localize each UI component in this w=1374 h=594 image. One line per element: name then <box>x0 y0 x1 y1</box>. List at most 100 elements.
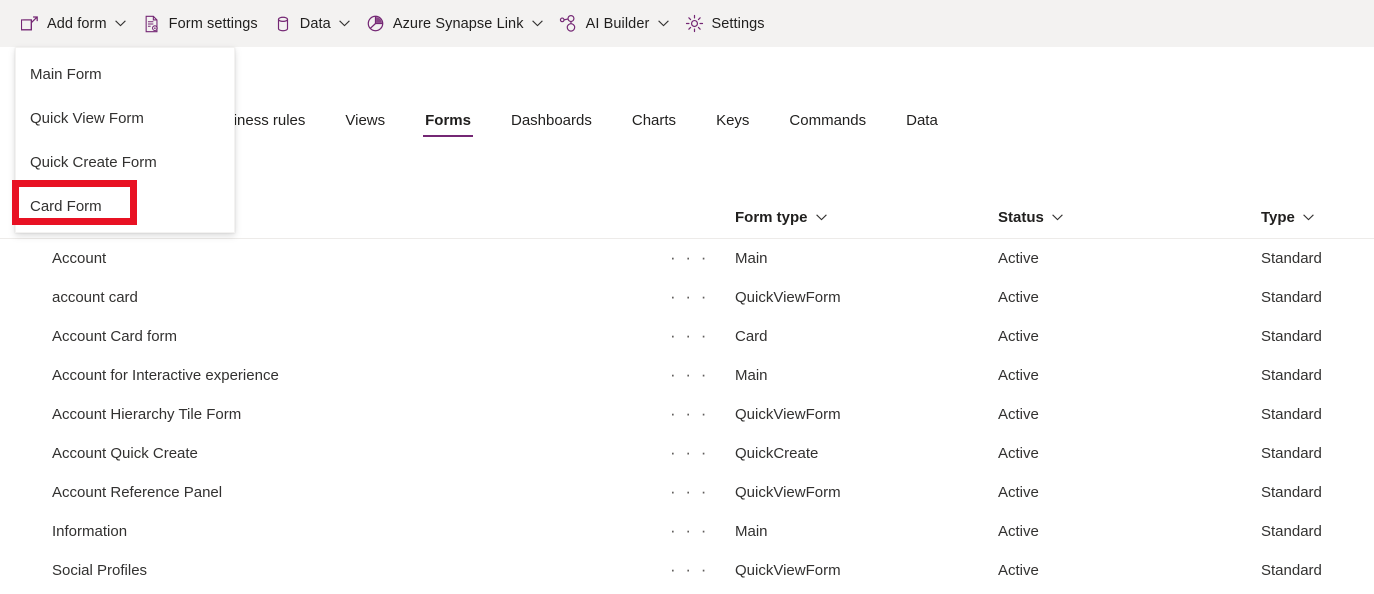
tab-dashboards[interactable]: Dashboards <box>509 110 594 137</box>
cell-form-name[interactable]: Social Profiles <box>0 562 660 579</box>
menu-item-quick-create-form[interactable]: Quick Create Form <box>16 140 234 184</box>
data-label: Data <box>299 15 331 32</box>
row-actions-cell: · · · <box>660 249 735 268</box>
more-options-icon[interactable]: · · · <box>670 560 709 579</box>
menu-item-label: Quick View Form <box>30 109 144 127</box>
column-header-status-label: Status <box>998 208 1044 226</box>
more-options-icon[interactable]: · · · <box>670 482 709 501</box>
cell-type: Standard <box>1261 250 1322 267</box>
menu-item-card-form[interactable]: Card Form <box>16 184 234 228</box>
row-actions-cell: · · · <box>660 483 735 502</box>
row-actions-cell: · · · <box>660 366 735 385</box>
table-row[interactable]: Account Card form · · · Card Active Standard <box>0 317 1374 356</box>
tab-charts[interactable]: Charts <box>630 110 678 137</box>
cell-form-type: QuickViewForm <box>735 562 841 579</box>
tab-label: Forms <box>425 112 471 129</box>
cell-form-name[interactable]: Account for Interactive experience <box>0 367 660 384</box>
chevron-down-icon <box>339 18 351 30</box>
cell-status: Active <box>998 445 1039 462</box>
ai-builder-button[interactable]: AI Builder <box>553 5 679 43</box>
cell-type: Standard <box>1261 367 1322 384</box>
table-row[interactable]: account card · · · QuickViewForm Active Stan… <box>0 278 1374 317</box>
cell-form-type: Main <box>735 367 768 384</box>
cell-form-name[interactable]: Account <box>0 250 660 267</box>
form-settings-label: Form settings <box>168 15 258 32</box>
cell-form-name[interactable]: Account Reference Panel <box>0 484 660 501</box>
column-header-form-type[interactable]: Form type <box>735 209 998 226</box>
cell-type: Standard <box>1261 289 1322 306</box>
tab-label: Dashboards <box>510 112 592 129</box>
forms-list-page: Add form Form settings Data Azure Synaps… <box>0 0 1374 594</box>
azure-synapse-link-label: Azure Synapse Link <box>392 15 524 32</box>
tab-views[interactable]: Views <box>343 110 387 137</box>
cell-type: Standard <box>1261 445 1322 462</box>
table-row[interactable]: Account · · · Main Active Standard <box>0 239 1374 278</box>
table-row[interactable]: Account Reference Panel · · · QuickViewFor… <box>0 473 1374 512</box>
tab-label: Data <box>906 112 938 129</box>
gear-icon <box>684 14 704 34</box>
table-row[interactable]: Account Hierarchy Tile Form · · · QuickVie… <box>0 395 1374 434</box>
chevron-down-icon <box>115 18 127 30</box>
cell-status: Active <box>998 328 1039 345</box>
chevron-down-icon <box>1303 213 1314 221</box>
cell-form-type: Main <box>735 250 768 267</box>
azure-synapse-link-icon <box>366 14 386 34</box>
row-actions-cell: · · · <box>660 288 735 307</box>
tab-forms[interactable]: Forms <box>423 110 473 137</box>
cell-form-name[interactable]: Account Quick Create <box>0 445 660 462</box>
tab-commands[interactable]: Commands <box>787 110 868 137</box>
chevron-down-icon <box>532 18 544 30</box>
cell-form-name[interactable]: Account Card form <box>0 328 660 345</box>
menu-item-label: Card Form <box>30 197 102 215</box>
menu-item-label: Quick Create Form <box>30 153 157 171</box>
tab-label: Commands <box>789 112 867 129</box>
column-header-type-label: Type <box>1261 208 1295 226</box>
form-settings-button[interactable]: Form settings <box>136 5 267 43</box>
table-row[interactable]: Account for Interactive experience · · · M… <box>0 356 1374 395</box>
cell-status: Active <box>998 523 1039 540</box>
add-form-icon <box>20 14 40 34</box>
cell-type: Standard <box>1261 562 1322 579</box>
cell-form-name[interactable]: account card <box>0 289 660 306</box>
cell-form-name[interactable]: Account Hierarchy Tile Form <box>0 406 660 423</box>
cell-type: Standard <box>1261 484 1322 501</box>
column-header-status[interactable]: Status <box>998 209 1261 226</box>
ai-builder-icon <box>559 14 579 34</box>
cell-form-type: Main <box>735 523 768 540</box>
cell-type: Standard <box>1261 406 1322 423</box>
column-header-type[interactable]: Type <box>1261 209 1371 226</box>
chevron-down-icon <box>1052 213 1063 221</box>
azure-synapse-link-button[interactable]: Azure Synapse Link <box>360 5 553 43</box>
table-row[interactable]: Social Profiles · · · QuickViewForm Active S… <box>0 551 1374 590</box>
more-options-icon[interactable]: · · · <box>670 404 709 423</box>
tab-label: Charts <box>631 112 677 129</box>
tab-keys[interactable]: Keys <box>714 110 751 137</box>
table-row[interactable]: Information · · · Main Active Standard <box>0 512 1374 551</box>
cell-status: Active <box>998 562 1039 579</box>
column-header-form-type-label: Form type <box>735 208 808 226</box>
cell-form-type: QuickCreate <box>735 445 819 462</box>
more-options-icon[interactable]: · · · <box>670 326 709 345</box>
more-options-icon[interactable]: · · · <box>670 365 709 384</box>
cell-form-type: Card <box>735 328 768 345</box>
more-options-icon[interactable]: · · · <box>670 248 709 267</box>
cell-status: Active <box>998 406 1039 423</box>
tab-label: Keys <box>716 112 750 129</box>
add-form-button[interactable]: Add form <box>14 5 136 43</box>
more-options-icon[interactable]: · · · <box>670 521 709 540</box>
ai-builder-label: AI Builder <box>585 15 650 32</box>
menu-item-main-form[interactable]: Main Form <box>16 52 234 96</box>
menu-item-quick-view-form[interactable]: Quick View Form <box>16 96 234 140</box>
data-button[interactable]: Data <box>267 5 360 43</box>
row-actions-cell: · · · <box>660 522 735 541</box>
tab-data[interactable]: Data <box>904 110 940 137</box>
forms-grid: Form type Status Type Account · · · Main… <box>0 196 1374 590</box>
settings-button[interactable]: Settings <box>678 5 773 43</box>
more-options-icon[interactable]: · · · <box>670 287 709 306</box>
cell-status: Active <box>998 250 1039 267</box>
row-actions-cell: · · · <box>660 561 735 580</box>
cell-type: Standard <box>1261 328 1322 345</box>
table-row[interactable]: Account Quick Create · · · QuickCreate Acti… <box>0 434 1374 473</box>
cell-form-name[interactable]: Information <box>0 523 660 540</box>
more-options-icon[interactable]: · · · <box>670 443 709 462</box>
